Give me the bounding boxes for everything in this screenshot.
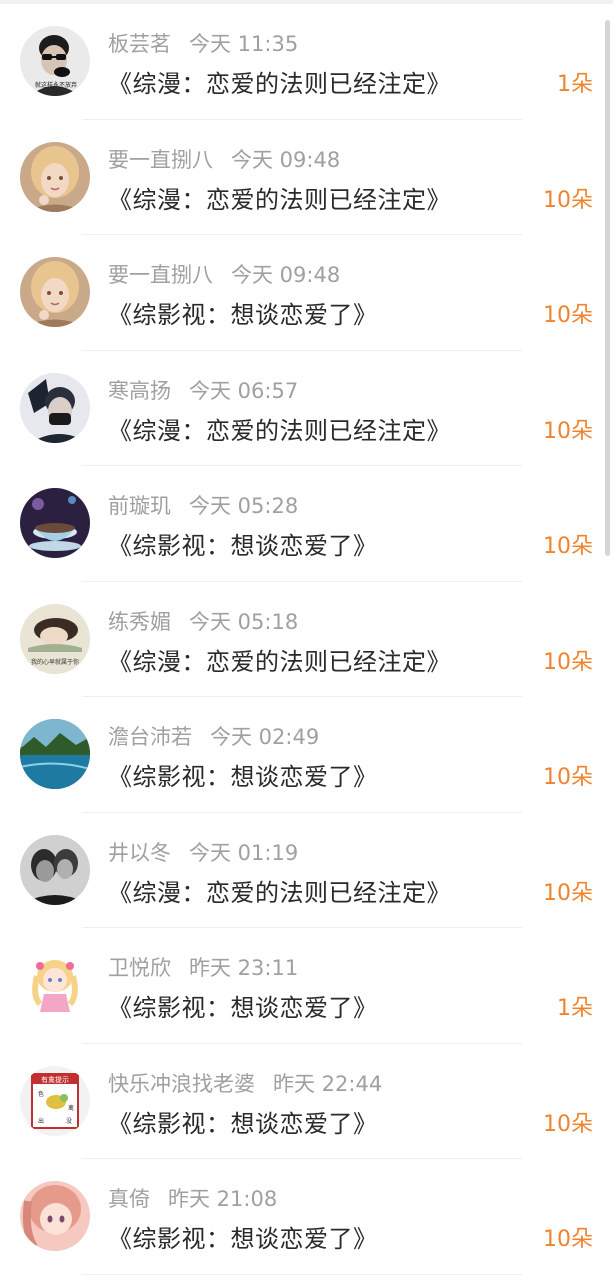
avatar-illustrated-girl-icon	[20, 141, 90, 212]
sender-name[interactable]: 快乐冲浪找老婆	[108, 1072, 255, 1096]
sender-name[interactable]: 练秀媚	[108, 610, 171, 634]
list-item[interactable]: 卫悦欣 昨天 23:11 《综影视：想谈恋爱了》 1朵	[0, 928, 613, 1044]
book-title[interactable]: 《综影视：想谈恋爱了》	[108, 526, 378, 561]
avatar-caption: 我的心早就属于你	[31, 658, 79, 666]
avatar[interactable]	[20, 488, 90, 558]
avatar[interactable]: 就这样永不放弃	[20, 26, 90, 96]
list-item[interactable]: 寒高扬 今天 06:57 《综漫：恋爱的法则已经注定》 10朵	[0, 351, 613, 466]
sender-name[interactable]: 井以冬	[108, 841, 171, 865]
timestamp: 今天 09:48	[231, 147, 341, 172]
avatar-anime-girl-icon	[20, 950, 90, 1020]
list-item[interactable]: 我的心早就属于你 练秀媚 今天 05:18 《综漫：恋爱的法则已经注定》 10朵	[0, 582, 613, 697]
avatar-caption: 就这样永不放弃	[35, 81, 77, 89]
timestamp: 今天 05:18	[189, 609, 299, 634]
book-title[interactable]: 《综影视：想谈恋爱了》	[108, 757, 378, 792]
list-item[interactable]: 井以冬 今天 01:19 《综漫：恋爱的法则已经注定》 10朵	[0, 813, 613, 928]
book-title[interactable]: 《综漫：恋爱的法则已经注定》	[108, 411, 451, 446]
flower-count: 10朵	[543, 765, 593, 790]
timestamp: 今天 02:49	[210, 725, 320, 749]
scrollbar[interactable]	[605, 20, 610, 556]
avatar[interactable]	[20, 719, 90, 789]
sender-name[interactable]: 澹台沛若	[108, 725, 192, 749]
book-title[interactable]: 《综漫：恋爱的法则已经注定》	[108, 873, 451, 908]
avatar[interactable]	[20, 834, 90, 905]
flower-count: 10朵	[543, 418, 593, 444]
avatar[interactable]	[20, 257, 90, 327]
avatar-bird-sign-icon: 有禽提示 色 禽 出 没	[20, 1065, 90, 1136]
avatar-pink-anime-icon	[20, 1181, 90, 1251]
flower-count: 10朵	[543, 1227, 593, 1252]
avatar-illustrated-girl-icon	[20, 257, 90, 327]
timestamp: 今天 06:57	[189, 378, 299, 403]
timestamp: 昨天 21:08	[168, 1187, 278, 1211]
gift-list-screen: 就这样永不放弃 板芸茗 今天 11:35 《综漫：恋爱的法则已经注定》 1朵 要…	[0, 0, 613, 1280]
sign-char: 禽	[68, 1104, 74, 1112]
list-item[interactable]: 澹台沛若 今天 02:49 《综影视：想谈恋爱了》 10朵	[0, 697, 613, 813]
flower-count: 10朵	[543, 534, 593, 559]
timestamp: 今天 11:35	[189, 32, 299, 56]
flower-count: 10朵	[543, 880, 593, 906]
flower-count: 10朵	[543, 303, 593, 328]
list-item[interactable]: 前璇玑 今天 05:28 《综影视：想谈恋爱了》 10朵	[0, 466, 613, 582]
list-item[interactable]: 真倚 昨天 21:08 《综影视：想谈恋爱了》 10朵	[0, 1159, 613, 1275]
book-title[interactable]: 《综影视：想谈恋爱了》	[108, 295, 378, 330]
avatar[interactable]	[20, 1181, 90, 1251]
avatar[interactable]	[20, 372, 90, 443]
sender-name[interactable]: 寒高扬	[108, 379, 171, 403]
row-divider	[82, 1273, 522, 1275]
flower-count: 10朵	[543, 187, 593, 213]
gift-record-list[interactable]: 就这样永不放弃 板芸茗 今天 11:35 《综漫：恋爱的法则已经注定》 1朵 要…	[0, 4, 613, 1275]
flower-count: 1朵	[557, 72, 593, 97]
flower-count: 1朵	[557, 996, 593, 1021]
timestamp: 昨天 22:44	[273, 1071, 383, 1096]
avatar-lake-landscape-icon	[20, 719, 90, 789]
book-title[interactable]: 《综漫：恋爱的法则已经注定》	[108, 642, 451, 677]
book-title[interactable]: 《综影视：想谈恋爱了》	[108, 988, 378, 1023]
sender-name[interactable]: 要一直捌八	[108, 148, 213, 172]
sign-title: 有禽提示	[41, 1075, 69, 1084]
sender-name[interactable]: 前璇玑	[108, 494, 171, 518]
sender-name[interactable]: 真倚	[108, 1187, 150, 1211]
sign-char: 色	[38, 1090, 44, 1098]
book-title[interactable]: 《综影视：想谈恋爱了》	[108, 1104, 378, 1139]
avatar[interactable]	[20, 141, 90, 212]
list-item[interactable]: 就这样永不放弃 板芸茗 今天 11:35 《综漫：恋爱的法则已经注定》 1朵	[0, 4, 613, 120]
avatar-masked-man-icon	[20, 372, 90, 443]
sender-name[interactable]: 卫悦欣	[108, 956, 171, 980]
list-item[interactable]: 要一直捌八 今天 09:48 《综漫：恋爱的法则已经注定》 10朵	[0, 120, 613, 235]
avatar[interactable]: 有禽提示 色 禽 出 没	[20, 1065, 90, 1136]
book-title[interactable]: 《综漫：恋爱的法则已经注定》	[108, 180, 451, 215]
avatar-couple-bw-icon	[20, 834, 90, 905]
flower-count: 10朵	[543, 649, 593, 675]
timestamp: 今天 09:48	[231, 263, 341, 287]
timestamp: 今天 01:19	[189, 840, 299, 865]
list-item[interactable]: 要一直捌八 今天 09:48 《综影视：想谈恋爱了》 10朵	[0, 235, 613, 351]
book-title[interactable]: 《综影视：想谈恋爱了》	[108, 1219, 378, 1254]
avatar[interactable]	[20, 950, 90, 1020]
timestamp: 今天 05:28	[189, 494, 299, 518]
avatar[interactable]: 我的心早就属于你	[20, 603, 90, 674]
sign-char: 没	[66, 1117, 72, 1125]
sign-char: 出	[38, 1117, 44, 1125]
avatar-teacup-icon	[20, 488, 90, 558]
flower-count: 10朵	[543, 1111, 593, 1137]
timestamp: 昨天 23:11	[189, 956, 299, 980]
avatar-sleeping-girl-icon: 我的心早就属于你	[20, 603, 90, 674]
list-item[interactable]: 有禽提示 色 禽 出 没 快乐冲浪找老婆 昨天 22:44 《综影视：想谈恋爱了》…	[0, 1044, 613, 1159]
sender-name[interactable]: 要一直捌八	[108, 263, 213, 287]
avatar-man-sunglasses-icon: 就这样永不放弃	[20, 26, 90, 96]
book-title[interactable]: 《综漫：恋爱的法则已经注定》	[108, 64, 451, 99]
sender-name[interactable]: 板芸茗	[108, 32, 171, 56]
